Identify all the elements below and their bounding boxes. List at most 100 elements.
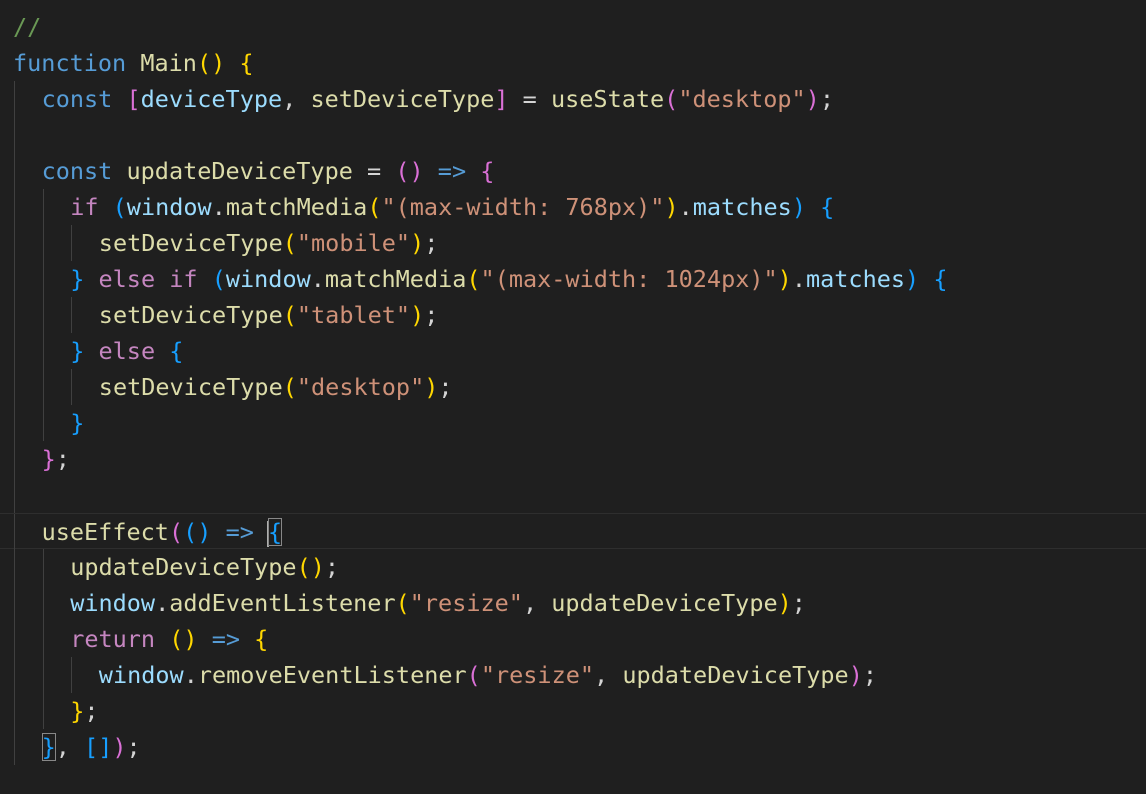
token-punctuation: .	[155, 589, 170, 617]
token-b1: )	[664, 193, 679, 221]
token-b2: )	[409, 157, 424, 185]
token-var: window	[98, 661, 184, 689]
token-b2: }	[41, 445, 56, 473]
code-text: } else {	[70, 333, 183, 369]
token-punctuation	[155, 337, 169, 365]
token-var: window	[70, 589, 156, 617]
code-text: setDeviceType("desktop");	[99, 369, 453, 405]
token-b3: (	[183, 518, 198, 546]
token-b2: (	[168, 518, 184, 546]
indent-guide	[42, 657, 44, 693]
indent-guide	[14, 369, 15, 405]
token-punctuation	[225, 49, 239, 77]
token-b3: }	[70, 337, 85, 365]
token-b3: }	[41, 733, 56, 761]
indent-guide	[14, 333, 15, 369]
token-punctuation: .	[791, 265, 806, 293]
token-b1: (	[282, 229, 297, 257]
code-line[interactable]: setDeviceType("mobile");	[0, 225, 1146, 261]
code-line[interactable]: };	[0, 693, 1146, 729]
code-line[interactable]: } else {	[0, 333, 1146, 369]
indent-guide	[71, 657, 73, 693]
token-punctuation: =	[352, 157, 396, 185]
token-b3: )	[791, 193, 806, 221]
token-punctuation: ,	[55, 733, 85, 761]
indent-guide	[14, 514, 15, 550]
token-punctuation	[112, 85, 126, 113]
code-line[interactable]: }, []);	[0, 729, 1146, 765]
token-ctl: else	[98, 265, 156, 293]
token-ctl: return	[70, 625, 156, 653]
indent-guide	[14, 729, 15, 765]
token-punctuation: ;	[438, 373, 453, 401]
code-text: window.removeEventListener("resize", upd…	[99, 657, 877, 693]
token-punctuation	[919, 265, 933, 293]
indent-guide	[42, 585, 44, 621]
code-line[interactable]: return () => {	[0, 621, 1146, 657]
token-punctuation: ;	[55, 445, 70, 473]
token-b2: )	[848, 661, 863, 689]
indent-guide	[14, 261, 15, 297]
token-b2: )	[805, 85, 820, 113]
code-editor[interactable]: // function Main() {const [deviceType, se…	[0, 0, 1146, 794]
code-text: return () => {	[70, 621, 268, 657]
token-b1: (	[169, 625, 184, 653]
token-punctuation: ;	[424, 229, 439, 257]
token-fn: useEffect	[41, 518, 169, 546]
code-line[interactable]: updateDeviceType();	[0, 549, 1146, 585]
token-fn: removeEventListener	[197, 661, 467, 689]
token-ctl: if	[169, 265, 198, 293]
indent-guide	[14, 585, 15, 621]
token-kw: const	[41, 157, 113, 185]
indent-guide	[42, 693, 44, 729]
code-line[interactable]: if (window.matchMedia("(max-width: 768px…	[0, 189, 1146, 225]
code-line[interactable]: };	[0, 441, 1146, 477]
code-line[interactable]: function Main() {	[0, 45, 1146, 81]
code-line-current[interactable]: useEffect(() => {	[0, 513, 1146, 550]
code-text: const [deviceType, setDeviceType] = useS…	[42, 81, 834, 117]
token-b2: {	[480, 157, 495, 185]
code-line[interactable]: } else if (window.matchMedia("(max-width…	[0, 261, 1146, 297]
token-b1: )	[410, 229, 425, 257]
indent-guide	[42, 333, 44, 369]
indent-guide	[14, 477, 15, 513]
token-b2: (	[395, 157, 410, 185]
indent-guide	[42, 261, 44, 297]
indent-guide	[42, 549, 44, 585]
token-kw: =>	[225, 518, 254, 546]
token-punctuation	[254, 518, 268, 546]
token-b1: )	[310, 553, 325, 581]
token-punctuation: .	[211, 193, 226, 221]
token-b3: (	[112, 193, 127, 221]
token-b1: )	[424, 373, 439, 401]
code-text: useEffect(() => {	[42, 514, 283, 550]
code-line[interactable]	[0, 477, 1146, 513]
token-fn: useState	[550, 85, 665, 113]
code-line[interactable]: }	[0, 405, 1146, 441]
token-punctuation	[98, 193, 112, 221]
token-kw: function	[13, 49, 127, 77]
indent-guide	[14, 297, 15, 333]
token-com: //	[13, 13, 42, 41]
token-b2: )	[112, 733, 127, 761]
token-fn: updateDeviceType	[70, 553, 297, 581]
code-line[interactable]	[0, 117, 1146, 153]
code-line[interactable]: const updateDeviceType = () => {	[0, 153, 1146, 189]
code-text: //	[13, 9, 41, 45]
token-b1: {	[239, 49, 254, 77]
code-line[interactable]: window.removeEventListener("resize", upd…	[0, 657, 1146, 693]
token-punctuation	[198, 625, 212, 653]
code-line[interactable]: //	[0, 9, 1146, 45]
code-line[interactable]: const [deviceType, setDeviceType] = useS…	[0, 81, 1146, 117]
code-line[interactable]: setDeviceType("tablet");	[0, 297, 1146, 333]
code-text: } else if (window.matchMedia("(max-width…	[70, 261, 947, 297]
code-line[interactable]: window.addEventListener("resize", update…	[0, 585, 1146, 621]
indent-guide	[42, 405, 44, 441]
token-punctuation	[126, 49, 140, 77]
code-line[interactable]: setDeviceType("desktop");	[0, 369, 1146, 405]
code-text: updateDeviceType();	[70, 549, 339, 585]
token-fn: updateDeviceType	[126, 157, 353, 185]
token-b2: ]	[494, 85, 509, 113]
token-fn: updateDeviceType	[622, 661, 849, 689]
indent-guide	[14, 405, 15, 441]
